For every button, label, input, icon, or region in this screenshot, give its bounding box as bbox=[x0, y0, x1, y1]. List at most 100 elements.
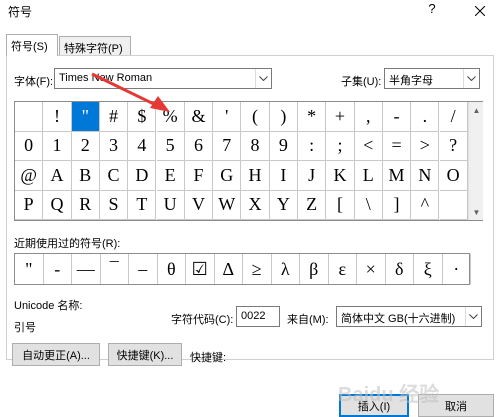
recent-symbol-cell[interactable]: × bbox=[357, 254, 386, 284]
recent-symbol-cell[interactable]: ☑ bbox=[186, 254, 215, 284]
symbol-cell[interactable]: B bbox=[71, 161, 100, 191]
symbol-cell[interactable]: / bbox=[439, 102, 468, 132]
recent-symbol-cell[interactable]: ¯ bbox=[101, 254, 129, 284]
chevron-down-icon bbox=[465, 307, 481, 326]
symbol-cell[interactable]: 5 bbox=[156, 131, 185, 161]
recent-symbols-label: 近期使用过的符号(R): bbox=[14, 238, 121, 250]
symbol-cell[interactable]: W bbox=[213, 190, 242, 220]
symbol-cell[interactable]: I bbox=[269, 161, 298, 191]
symbol-cell[interactable]: * bbox=[298, 102, 327, 132]
symbol-cell[interactable]: > bbox=[411, 131, 440, 161]
symbol-cell[interactable]: " bbox=[71, 102, 100, 132]
symbol-cell[interactable]: Q bbox=[43, 190, 72, 220]
symbol-cell[interactable]: # bbox=[99, 102, 129, 132]
recent-symbol-cell[interactable]: ξ bbox=[414, 254, 443, 284]
font-select[interactable]: Times New Roman bbox=[54, 68, 272, 89]
symbol-cell[interactable] bbox=[15, 102, 44, 132]
from-select[interactable]: 简体中文 GB(十六进制) bbox=[336, 306, 482, 327]
symbol-cell[interactable]: 1 bbox=[43, 131, 72, 161]
symbol-cell[interactable]: V bbox=[184, 190, 214, 220]
shortcut-key-button[interactable]: 快捷键(K)... bbox=[108, 343, 182, 366]
symbol-cell[interactable]: ' bbox=[213, 102, 242, 132]
symbol-cell[interactable]: @ bbox=[15, 161, 44, 191]
symbol-cell[interactable]: Z bbox=[298, 190, 327, 220]
recent-symbol-cell[interactable]: ≥ bbox=[243, 254, 272, 284]
symbol-cell[interactable]: K bbox=[326, 161, 355, 191]
symbol-cell[interactable]: ( bbox=[241, 102, 270, 132]
symbol-cell[interactable]: - bbox=[382, 102, 412, 132]
symbol-cell[interactable] bbox=[439, 190, 468, 220]
symbol-cell[interactable]: : bbox=[298, 131, 327, 161]
symbol-cell[interactable]: H bbox=[241, 161, 270, 191]
recent-symbols-grid[interactable]: " - — ¯ – θ ☑ Δ ≥ λ β ε × δ ξ · bbox=[14, 253, 471, 285]
symbol-cell[interactable]: + bbox=[326, 102, 355, 132]
unicode-name-value: 引号 bbox=[14, 322, 36, 334]
symbol-cell[interactable]: A bbox=[43, 161, 72, 191]
symbol-cell[interactable]: 2 bbox=[71, 131, 100, 161]
symbol-cell[interactable]: & bbox=[184, 102, 214, 132]
symbol-cell[interactable]: ^ bbox=[411, 190, 440, 220]
tab-special-characters[interactable]: 特殊字符(P) bbox=[59, 36, 131, 56]
symbol-cell[interactable]: O bbox=[439, 161, 468, 191]
recent-symbol-cell[interactable]: β bbox=[300, 254, 329, 284]
scroll-down-icon[interactable]: ▼ bbox=[469, 205, 484, 219]
symbol-cell[interactable]: 0 bbox=[15, 131, 44, 161]
recent-symbol-cell[interactable]: · bbox=[443, 254, 471, 284]
symbol-cell[interactable]: ? bbox=[439, 131, 468, 161]
symbol-cell[interactable]: ; bbox=[326, 131, 355, 161]
character-code-input[interactable]: 0022 bbox=[236, 306, 280, 327]
recent-symbol-cell[interactable]: λ bbox=[272, 254, 300, 284]
symbol-cell[interactable]: \ bbox=[354, 190, 383, 220]
shortcut-key-label: 快捷键: bbox=[190, 352, 227, 364]
symbol-cell[interactable]: = bbox=[382, 131, 412, 161]
tab-symbols[interactable]: 符号(S) bbox=[6, 34, 58, 56]
symbol-cell[interactable]: M bbox=[382, 161, 412, 191]
symbol-cell[interactable]: L bbox=[354, 161, 383, 191]
symbol-cell[interactable]: N bbox=[411, 161, 440, 191]
symbol-grid-scrollbar[interactable]: ▲ ▼ bbox=[468, 102, 483, 220]
symbol-grid[interactable]: ^] \[Z Y X W V U T S R Q P O N M L K J I H G F E D C B A @? > = <;:9 8 7… bbox=[14, 101, 483, 221]
symbol-cell[interactable]: S bbox=[99, 190, 129, 220]
symbol-cell[interactable]: ! bbox=[43, 102, 72, 132]
symbol-cell[interactable]: ) bbox=[269, 102, 298, 132]
scroll-up-icon[interactable]: ▲ bbox=[469, 103, 484, 117]
symbol-cell[interactable]: 4 bbox=[128, 131, 157, 161]
symbol-cell[interactable]: 7 bbox=[213, 131, 242, 161]
recent-symbol-cell[interactable]: – bbox=[129, 254, 158, 284]
symbol-cell[interactable]: ] bbox=[382, 190, 412, 220]
close-button[interactable] bbox=[460, 0, 500, 22]
symbol-cell[interactable]: F bbox=[184, 161, 214, 191]
recent-symbol-cell[interactable]: " bbox=[15, 254, 44, 284]
symbol-cell[interactable]: < bbox=[354, 131, 383, 161]
help-button[interactable]: ? bbox=[424, 1, 440, 16]
symbol-cell[interactable]: 9 bbox=[269, 131, 298, 161]
symbol-cell[interactable]: 3 bbox=[99, 131, 129, 161]
symbol-cell[interactable]: T bbox=[128, 190, 157, 220]
recent-symbol-cell[interactable]: ε bbox=[329, 254, 357, 284]
recent-symbol-cell[interactable]: θ bbox=[158, 254, 186, 284]
symbol-cell[interactable]: % bbox=[156, 102, 185, 132]
recent-symbol-cell[interactable]: - bbox=[44, 254, 72, 284]
subset-select[interactable]: 半角字母 bbox=[384, 68, 480, 89]
recent-symbol-cell[interactable]: — bbox=[72, 254, 101, 284]
symbol-cell[interactable]: R bbox=[71, 190, 100, 220]
symbol-cell[interactable]: C bbox=[99, 161, 129, 191]
symbol-cell[interactable]: P bbox=[15, 190, 44, 220]
symbol-cell[interactable]: X bbox=[241, 190, 270, 220]
symbol-cell[interactable]: , bbox=[354, 102, 383, 132]
symbol-cell[interactable]: [ bbox=[326, 190, 355, 220]
autocorrect-button[interactable]: 自动更正(A)... bbox=[12, 343, 100, 366]
symbol-cell[interactable]: $ bbox=[128, 102, 157, 132]
symbol-cell[interactable]: . bbox=[411, 102, 440, 132]
symbol-cell[interactable]: Y bbox=[269, 190, 298, 220]
from-label: 来自(M): bbox=[287, 314, 329, 326]
symbol-cell[interactable]: E bbox=[156, 161, 185, 191]
symbol-cell[interactable]: 8 bbox=[241, 131, 270, 161]
symbol-cell[interactable]: D bbox=[128, 161, 157, 191]
recent-symbol-cell[interactable]: δ bbox=[386, 254, 414, 284]
symbol-cell[interactable]: J bbox=[298, 161, 327, 191]
symbol-cell[interactable]: 6 bbox=[184, 131, 214, 161]
recent-symbol-cell[interactable]: Δ bbox=[215, 254, 243, 284]
symbol-cell[interactable]: U bbox=[156, 190, 185, 220]
symbol-cell[interactable]: G bbox=[213, 161, 242, 191]
